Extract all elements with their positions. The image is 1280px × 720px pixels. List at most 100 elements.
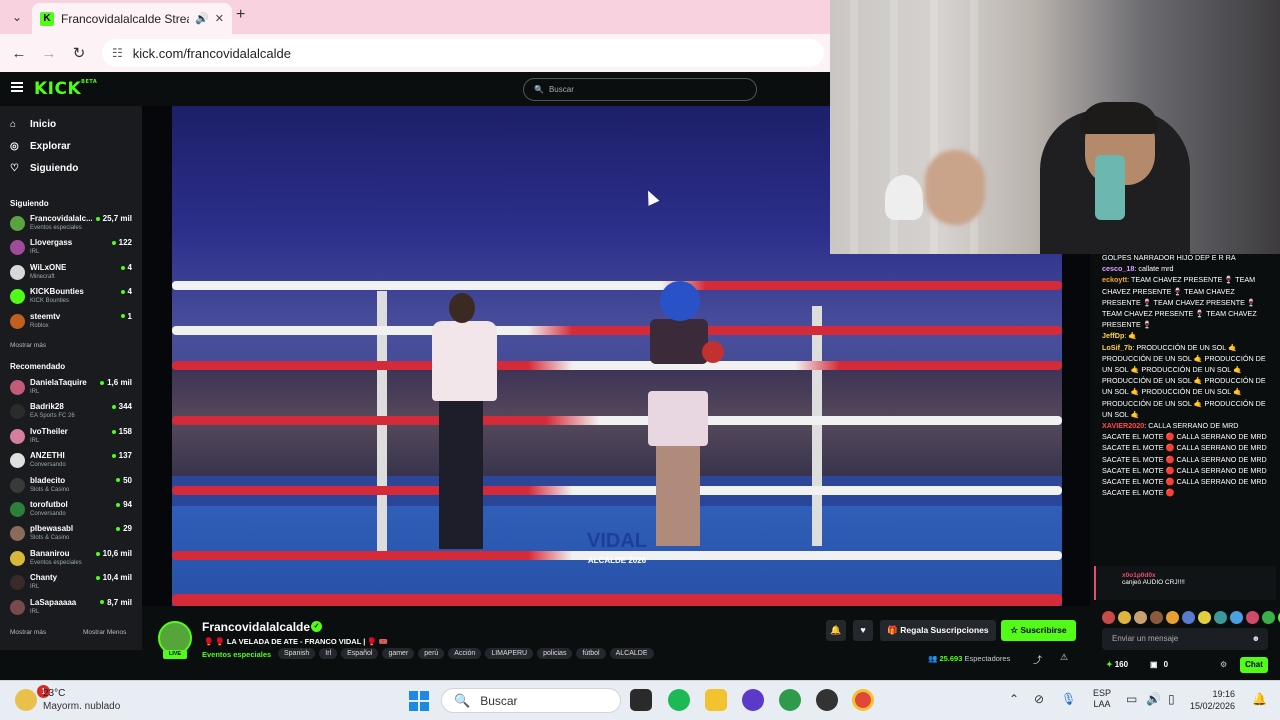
chat-username[interactable]: JeffDp: [1102, 331, 1124, 340]
channel-viewers: 137: [112, 451, 132, 460]
channel-points[interactable]: ✦ 160: [1106, 660, 1128, 669]
display-icon[interactable]: ▭: [1126, 692, 1137, 706]
chrome-green-icon[interactable]: [779, 689, 801, 711]
chat-username[interactable]: XAVIER2020: [1102, 421, 1144, 430]
channel-avatar: [10, 526, 25, 542]
channel-viewers: 4: [121, 263, 132, 272]
sidebar-channel[interactable]: WiLxONE Minecraft 4: [10, 262, 134, 284]
emoji-picker-icon[interactable]: ☻: [1252, 634, 1260, 643]
windows-start-icon[interactable]: [409, 691, 429, 711]
folder-icon[interactable]: [705, 689, 727, 711]
address-bar[interactable]: ☷ kick.com/francovidalalcalde: [102, 39, 824, 67]
emote-icon[interactable]: [1182, 611, 1195, 624]
speaker-icon[interactable]: 🔊: [195, 12, 209, 25]
nav-item-inicio[interactable]: ⌂ Inicio: [10, 113, 78, 135]
sidebar-channel[interactable]: ANZETHI Conversando 137: [10, 450, 134, 472]
tab-search-chevron-icon[interactable]: ⌄: [0, 0, 34, 34]
rewards-count[interactable]: ▣ 0: [1150, 660, 1168, 669]
site-settings-icon[interactable]: ☷: [112, 46, 123, 60]
battery-icon[interactable]: ▯: [1168, 692, 1175, 706]
emote-icon[interactable]: [1166, 611, 1179, 624]
kick-search-input[interactable]: 🔍 Buscar: [523, 78, 757, 101]
forward-icon[interactable]: →: [34, 45, 64, 62]
recommended-show-less[interactable]: Mostrar Menos: [83, 629, 126, 636]
sidebar-channel[interactable]: KICKBounties KICK Bounties 4: [10, 286, 134, 308]
kick-logo[interactable]: KICKBETA: [34, 79, 97, 99]
stream-tag[interactable]: Irl: [319, 648, 338, 659]
emote-icon[interactable]: [1198, 611, 1211, 624]
back-icon[interactable]: ←: [4, 45, 34, 62]
taskbar-clock[interactable]: 19:16 15/02/2026: [1190, 688, 1235, 712]
chat-send-button[interactable]: Chat: [1240, 657, 1268, 673]
notification-bell-icon[interactable]: 🔔: [826, 620, 846, 641]
stream-tag[interactable]: LIMAPERU: [485, 648, 534, 659]
menu-icon[interactable]: [11, 82, 23, 92]
sidebar-channel[interactable]: steemtv Roblox 1: [10, 311, 134, 333]
chat-settings-icon[interactable]: ⚙: [1220, 660, 1227, 669]
sidebar-channel[interactable]: IvoTheiler IRL 158: [10, 426, 134, 448]
stream-tag[interactable]: gamer: [382, 648, 415, 659]
sidebar-channel[interactable]: Llovergass IRL 122: [10, 237, 134, 259]
emote-icon[interactable]: [1214, 611, 1227, 624]
stream-tag[interactable]: ALCALDE: [609, 648, 654, 659]
spotify-icon[interactable]: [668, 689, 690, 711]
emote-icon[interactable]: [1230, 611, 1243, 624]
emote-icon[interactable]: [1134, 611, 1147, 624]
tab-close-icon[interactable]: ✕: [215, 12, 224, 25]
stream-tag[interactable]: policias: [537, 648, 573, 659]
sidebar-channel[interactable]: bladecito Slots & Casino 50: [10, 475, 134, 497]
stream-tag[interactable]: perú: [418, 648, 445, 659]
sidebar-channel[interactable]: LaSapaaaaa IRL 8,7 mil: [10, 597, 134, 619]
recommended-show-more[interactable]: Mostrar más: [10, 629, 46, 636]
app-circle-icon[interactable]: [742, 689, 764, 711]
stream-tag[interactable]: fútbol: [576, 648, 606, 659]
tray-chevron-icon[interactable]: ⌃: [1009, 692, 1019, 706]
channel-avatar: [10, 477, 25, 493]
chat-username[interactable]: LoSif_7b: [1102, 343, 1132, 352]
app-dark-icon[interactable]: [816, 689, 838, 711]
following-show-more[interactable]: Mostrar más: [10, 342, 46, 349]
stream-tag[interactable]: Español: [341, 648, 379, 659]
emote-icon[interactable]: [1102, 611, 1115, 624]
report-icon[interactable]: ⚠: [1060, 652, 1068, 663]
weather-widget[interactable]: 1: [12, 685, 50, 713]
taskbar-search[interactable]: 🔍 Buscar: [441, 688, 621, 713]
chat-username[interactable]: eckoytt: [1102, 275, 1127, 284]
browser-tab[interactable]: K Francovidalalcalde Stream 🔊 ✕: [32, 3, 232, 34]
emote-icon[interactable]: [1150, 611, 1163, 624]
follow-heart-icon[interactable]: ♥: [853, 620, 873, 641]
subscribe-button[interactable]: ☆ Suscribirse: [1001, 620, 1076, 641]
network-off-icon[interactable]: ⊘: [1034, 692, 1044, 706]
share-icon[interactable]: ⤴: [1033, 653, 1042, 666]
sidebar-channel[interactable]: Francovidalalc... Eventos especiales 25,7 …: [10, 213, 134, 235]
gift-subs-button[interactable]: 🎁 Regala Suscripciones: [880, 620, 996, 641]
streamer-name[interactable]: Francovidalalcalde: [202, 620, 310, 634]
chrome-icon[interactable]: [852, 689, 874, 711]
file-explorer-dark-icon[interactable]: [630, 689, 652, 711]
sidebar-channel[interactable]: Chanty IRL 10,4 mil: [10, 572, 134, 594]
emote-icon[interactable]: [1262, 611, 1275, 624]
channel-viewers: 8,7 mil: [100, 598, 132, 607]
sidebar-channel[interactable]: plbewasabl Slots & Casino 29: [10, 523, 134, 545]
chat-username[interactable]: cesco_18: [1102, 264, 1134, 273]
stream-tag[interactable]: Acción: [448, 648, 482, 659]
sidebar-channel[interactable]: DanielaTaquire IRL 1,6 mil: [10, 377, 134, 399]
reload-icon[interactable]: ↻: [64, 44, 94, 62]
language-indicator[interactable]: ESP LAA: [1093, 688, 1111, 710]
stream-tag[interactable]: Spanish: [278, 648, 316, 659]
sidebar-channel[interactable]: Badrik28 EA Sports FC 26 344: [10, 401, 134, 423]
stream-category[interactable]: Eventos especiales: [202, 650, 271, 659]
new-tab-icon[interactable]: +: [236, 6, 245, 24]
chat-input[interactable]: Enviar un mensaje ☻: [1102, 628, 1268, 650]
notifications-icon[interactable]: 🔔: [1252, 692, 1267, 706]
sidebar-channel[interactable]: Bananirou Eventos especiales 10,6 mil: [10, 548, 134, 570]
channel-name: steemtv: [30, 311, 61, 321]
nav-item-explorar[interactable]: ◎ Explorar: [10, 135, 78, 157]
sidebar-channel[interactable]: torofutbol Conversando 94: [10, 499, 134, 521]
emote-icon[interactable]: [1246, 611, 1259, 624]
volume-icon[interactable]: 🔊: [1146, 692, 1161, 706]
microphone-icon[interactable]: 🎙: [1061, 692, 1076, 706]
nav-item-siguiendo[interactable]: ♡ Siguiendo: [10, 157, 78, 179]
emote-icon[interactable]: [1118, 611, 1131, 624]
webcam-overlay: [830, 0, 1280, 254]
